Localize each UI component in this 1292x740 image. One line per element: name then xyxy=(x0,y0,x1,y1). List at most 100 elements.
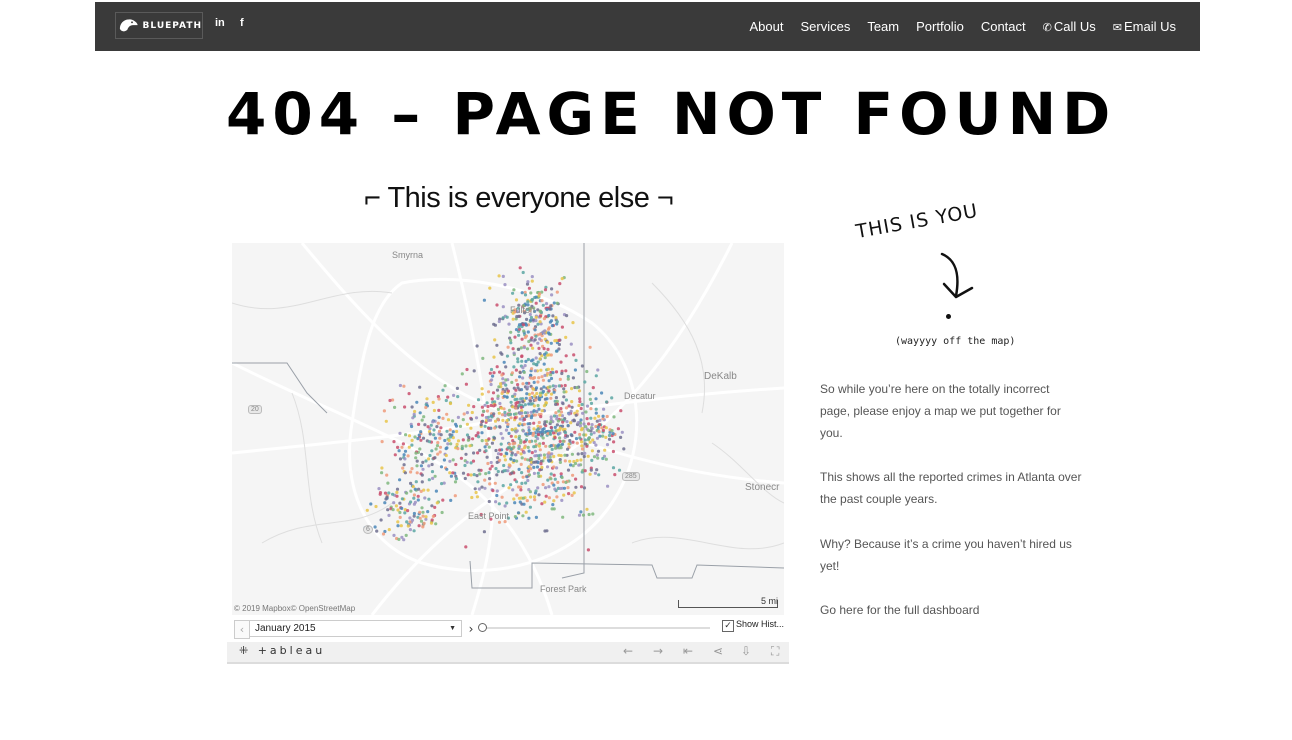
crime-point[interactable] xyxy=(597,414,601,418)
crime-point[interactable] xyxy=(501,436,505,440)
crime-point[interactable] xyxy=(492,412,496,416)
crime-point[interactable] xyxy=(513,441,517,445)
crime-point[interactable] xyxy=(566,486,570,490)
crime-point[interactable] xyxy=(545,465,550,469)
crime-point[interactable] xyxy=(617,468,622,472)
crime-point[interactable] xyxy=(532,471,536,475)
crime-point[interactable] xyxy=(528,396,532,400)
undo-icon[interactable]: ← xyxy=(623,644,633,658)
crime-point[interactable] xyxy=(536,403,540,408)
crime-point[interactable] xyxy=(437,415,441,419)
crime-point[interactable] xyxy=(479,423,483,427)
crime-point[interactable] xyxy=(395,490,399,494)
crime-point[interactable] xyxy=(439,465,444,469)
download-icon[interactable]: ⇩ xyxy=(741,644,751,658)
crime-point[interactable] xyxy=(597,473,601,477)
crime-point[interactable] xyxy=(591,512,595,516)
crime-point[interactable] xyxy=(612,440,616,444)
crime-point[interactable] xyxy=(525,347,530,351)
crime-point[interactable] xyxy=(549,373,553,377)
crime-point[interactable] xyxy=(594,443,598,447)
crime-point[interactable] xyxy=(517,496,521,500)
crime-point[interactable] xyxy=(533,369,537,373)
crime-point[interactable] xyxy=(555,423,559,427)
crime-point[interactable] xyxy=(412,412,416,416)
crime-point[interactable] xyxy=(587,512,591,517)
crime-point[interactable] xyxy=(563,383,567,388)
crime-point[interactable] xyxy=(397,449,401,453)
crime-point[interactable] xyxy=(569,409,573,413)
crime-point[interactable] xyxy=(427,478,431,482)
crime-point[interactable] xyxy=(583,438,587,442)
crime-point[interactable] xyxy=(564,398,568,402)
crime-point[interactable] xyxy=(520,337,524,341)
crime-point[interactable] xyxy=(501,418,505,422)
crime-point[interactable] xyxy=(553,477,557,481)
crime-point[interactable] xyxy=(476,451,480,455)
crime-point[interactable] xyxy=(519,346,523,350)
crime-point[interactable] xyxy=(405,491,409,495)
crime-point[interactable] xyxy=(433,474,437,478)
crime-point[interactable] xyxy=(474,490,478,495)
crime-point[interactable] xyxy=(558,439,562,443)
crime-point[interactable] xyxy=(534,362,538,367)
crime-point[interactable] xyxy=(492,371,496,375)
crime-point[interactable] xyxy=(412,493,416,497)
crime-point[interactable] xyxy=(578,397,582,401)
crime-point[interactable] xyxy=(539,387,543,391)
crime-point[interactable] xyxy=(532,495,537,499)
nav-contact-link[interactable]: Contact xyxy=(981,19,1026,34)
crime-point[interactable] xyxy=(507,322,511,326)
crime-point[interactable] xyxy=(620,430,624,434)
crime-point[interactable] xyxy=(485,442,489,446)
crime-point[interactable] xyxy=(437,429,442,433)
crime-point[interactable] xyxy=(522,370,526,374)
crime-point[interactable] xyxy=(484,415,488,420)
crime-point[interactable] xyxy=(601,414,605,418)
crime-point[interactable] xyxy=(480,413,485,417)
bluepath-logo[interactable]: BLUEPATH xyxy=(115,12,203,39)
crime-point[interactable] xyxy=(470,495,474,500)
crime-point[interactable] xyxy=(604,426,608,430)
crime-point[interactable] xyxy=(541,389,545,394)
crime-point[interactable] xyxy=(514,368,518,372)
crime-point[interactable] xyxy=(461,438,465,442)
crime-point[interactable] xyxy=(423,423,427,427)
crime-point[interactable] xyxy=(539,368,543,372)
crime-point[interactable] xyxy=(454,462,458,467)
crime-point[interactable] xyxy=(507,413,511,417)
crime-point[interactable] xyxy=(561,439,565,443)
crime-point[interactable] xyxy=(499,452,503,456)
crime-point[interactable] xyxy=(553,425,557,429)
crime-point[interactable] xyxy=(532,445,536,449)
crime-point[interactable] xyxy=(593,416,597,420)
crime-point[interactable] xyxy=(493,481,497,485)
facebook-icon[interactable]: f xyxy=(240,17,244,29)
crime-point[interactable] xyxy=(576,452,580,456)
crime-point[interactable] xyxy=(520,411,524,415)
crime-point[interactable] xyxy=(502,360,506,364)
crime-point[interactable] xyxy=(435,444,440,448)
crime-point[interactable] xyxy=(607,437,612,441)
crime-point[interactable] xyxy=(509,447,513,451)
crime-point[interactable] xyxy=(560,371,564,376)
crime-point[interactable] xyxy=(512,288,516,292)
crime-point[interactable] xyxy=(448,459,452,463)
crime-point[interactable] xyxy=(518,266,522,270)
crime-point[interactable] xyxy=(514,412,518,416)
crime-point[interactable] xyxy=(487,418,491,422)
crime-point[interactable] xyxy=(497,411,501,415)
crime-point[interactable] xyxy=(413,435,417,439)
crime-point[interactable] xyxy=(546,347,550,351)
crime-point[interactable] xyxy=(596,449,601,453)
crime-point[interactable] xyxy=(529,410,533,414)
crime-point[interactable] xyxy=(528,431,532,436)
crime-point[interactable] xyxy=(542,385,546,389)
crime-point[interactable] xyxy=(542,317,546,321)
crime-point[interactable] xyxy=(428,432,432,436)
crime-point[interactable] xyxy=(499,442,503,446)
tableau-logo[interactable]: ⁜ +ableau xyxy=(239,644,325,657)
crime-point[interactable] xyxy=(438,450,442,454)
crime-point[interactable] xyxy=(529,402,533,406)
crime-point[interactable] xyxy=(431,476,435,480)
